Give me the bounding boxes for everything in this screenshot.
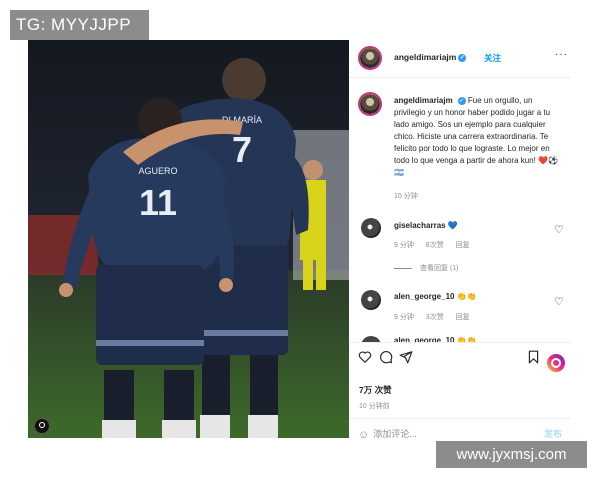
comment-input[interactable]: ☺ 添加评论... bbox=[358, 427, 417, 441]
carousel-dots bbox=[199, 430, 219, 438]
reply-button[interactable]: 回复 bbox=[456, 314, 470, 321]
comment-box-divider bbox=[349, 418, 571, 419]
header-divider bbox=[349, 77, 571, 78]
likes-count[interactable]: 7万 次赞 bbox=[359, 384, 392, 396]
comment-icon[interactable] bbox=[379, 350, 393, 364]
watermark-top: TG: MYYJJPP bbox=[10, 10, 149, 40]
author-username[interactable]: angeldimariajm ✓ bbox=[394, 52, 467, 62]
comment-username[interactable]: giselacharras bbox=[394, 221, 446, 230]
follow-button[interactable]: 关注 bbox=[484, 52, 501, 64]
more-icon[interactable]: ··· bbox=[555, 49, 568, 60]
view-replies-label[interactable]: 查看回复 (1) bbox=[420, 265, 459, 272]
comment-avatar[interactable] bbox=[361, 218, 381, 238]
save-bookmark-icon[interactable] bbox=[527, 350, 540, 364]
verified-badge-icon: ✓ bbox=[458, 53, 467, 62]
caption-username[interactable]: angeldimariajm bbox=[394, 96, 453, 105]
author-avatar[interactable] bbox=[358, 46, 382, 70]
view-replies-button[interactable]: 查看回复 (1) bbox=[394, 263, 459, 273]
comment-likes[interactable]: 8次赞 bbox=[426, 242, 444, 249]
comment-text: 💙 bbox=[447, 221, 458, 230]
author-username-text[interactable]: angeldimariajm bbox=[394, 52, 456, 62]
comment-meta: 9 分钟 8次赞 回复 bbox=[394, 240, 480, 250]
caption-avatar[interactable] bbox=[358, 92, 382, 116]
share-icon[interactable] bbox=[399, 350, 413, 364]
caption-time: 10 分钟 bbox=[394, 193, 418, 200]
tagged-users-icon[interactable] bbox=[34, 418, 50, 434]
comment-username[interactable]: alen_george_10 bbox=[394, 292, 454, 301]
comment-row: alen_george_10 👏👏 bbox=[394, 292, 477, 301]
post-photo-illustration: DI MARÍA 7 AGUERO 11 bbox=[28, 40, 349, 438]
comment-input-placeholder[interactable]: 添加评论... bbox=[373, 429, 417, 439]
post-image[interactable]: DI MARÍA 7 AGUERO 11 › bbox=[28, 40, 349, 438]
comment-avatar[interactable] bbox=[361, 290, 381, 310]
comment-meta: 9 分钟 3次赞 回复 bbox=[394, 312, 480, 322]
post-time: 10 分钟前 bbox=[359, 403, 390, 410]
post-comment-button[interactable]: 发布 bbox=[544, 427, 562, 440]
caption-text: Fue un orgullo, un privilegio y un honor… bbox=[394, 96, 559, 177]
post-side-panel: angeldimariajm ✓ 关注 ··· angeldimariajm ✓ F… bbox=[349, 40, 571, 441]
like-comment-heart-icon[interactable]: ♡ bbox=[554, 223, 564, 236]
like-heart-icon[interactable] bbox=[358, 350, 372, 364]
remix-reel-icon[interactable] bbox=[547, 354, 565, 372]
like-comment-heart-icon[interactable]: ♡ bbox=[554, 295, 564, 308]
right-jersey-number: 7 bbox=[232, 129, 252, 170]
comment-text: 👏👏 bbox=[456, 292, 477, 301]
post-caption: angeldimariajm ✓ Fue un orgullo, un privi… bbox=[394, 95, 564, 179]
left-jersey-number: 11 bbox=[139, 182, 177, 223]
reply-button[interactable]: 回复 bbox=[456, 242, 470, 249]
actions-divider bbox=[349, 342, 571, 343]
comment-time: 9 分钟 bbox=[394, 242, 414, 249]
comment-row: giselacharras 💙 bbox=[394, 221, 458, 230]
emoji-icon[interactable]: ☺ bbox=[358, 429, 369, 441]
comment-time: 9 分钟 bbox=[394, 314, 414, 321]
comment-likes[interactable]: 3次赞 bbox=[426, 314, 444, 321]
verified-badge-icon: ✓ bbox=[457, 96, 466, 105]
left-jersey-name: AGUERO bbox=[138, 166, 177, 176]
watermark-bottom: www.jyxmsj.com bbox=[436, 441, 587, 468]
